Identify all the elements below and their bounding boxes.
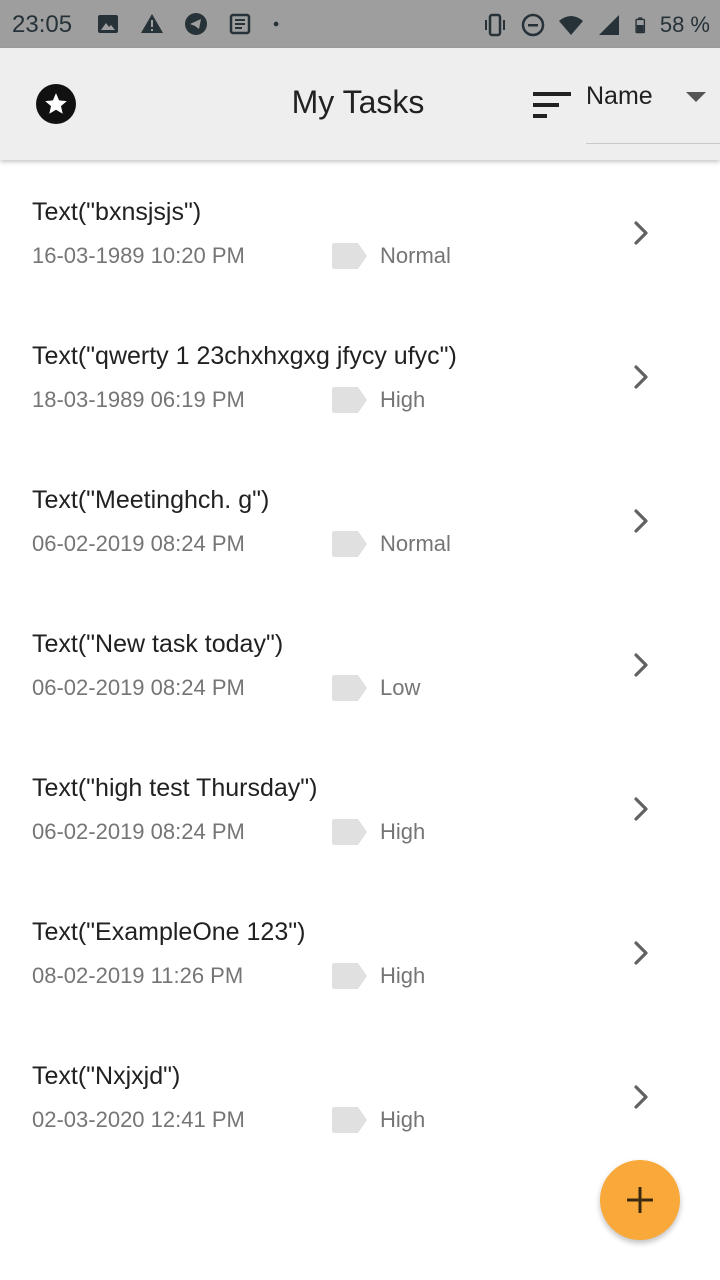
chevron-right-icon[interactable] [630, 218, 652, 248]
task-date: 06-02-2019 08:24 PM [32, 819, 245, 844]
task-date: 06-02-2019 08:24 PM [32, 531, 245, 556]
news-icon [229, 13, 251, 35]
task-priority: High [380, 1107, 426, 1132]
sort-dropdown[interactable]: Name [586, 74, 720, 144]
status-notification-icons [96, 12, 306, 36]
add-task-button[interactable] [600, 1160, 680, 1240]
task-list-item[interactable]: Text("New task today") 06-02-2019 08:24 P… [0, 592, 720, 736]
vibrate-icon [484, 13, 505, 37]
task-priority: High [380, 387, 426, 412]
plus-icon [627, 1187, 653, 1213]
label-icon [332, 387, 367, 413]
battery-percent: 58 % [659, 12, 710, 37]
chevron-right-icon[interactable] [630, 794, 652, 824]
task-title: Text("Nxjxjd") [32, 1062, 181, 1090]
task-title: Text("high test Thursday") [32, 774, 318, 802]
warning-icon [141, 14, 163, 33]
label-icon [332, 1107, 367, 1133]
wifi-icon [558, 16, 583, 35]
task-priority: High [380, 963, 426, 988]
label-icon [332, 531, 367, 557]
label-icon [332, 819, 367, 845]
task-date: 02-03-2020 12:41 PM [32, 1107, 245, 1132]
chevron-right-icon[interactable] [630, 938, 652, 968]
chevron-right-icon[interactable] [630, 650, 652, 680]
label-icon [332, 963, 367, 989]
task-title: Text("qwerty 1 23chxhxgxg jfycy ufyc") [32, 342, 457, 370]
task-list-item[interactable]: Text("Meetinghch. g") 06-02-2019 08:24 PM… [0, 448, 720, 592]
dropdown-arrow-icon [686, 92, 706, 102]
task-date: 16-03-1989 10:20 PM [32, 243, 245, 268]
dot-icon [273, 21, 279, 27]
cell-signal-icon [598, 15, 619, 35]
task-list-item[interactable]: Text("ExampleOne 123") 08-02-2019 11:26 P… [0, 880, 720, 1024]
status-bar: 23:05 58 % [0, 0, 720, 48]
image-icon [98, 15, 118, 33]
task-title: Text("bxnsjsjs") [32, 198, 202, 226]
task-list-item[interactable]: Text("Nxjxjd") 02-03-2020 12:41 PM High [0, 1024, 720, 1168]
chevron-right-icon[interactable] [630, 1082, 652, 1112]
do-not-disturb-icon [521, 13, 545, 37]
label-icon [332, 243, 367, 269]
sort-selected-value: Name [586, 82, 653, 110]
telegram-icon [185, 13, 207, 35]
status-system-icons: 58 % [470, 12, 710, 38]
chevron-right-icon[interactable] [630, 506, 652, 536]
battery-icon [635, 17, 645, 34]
status-time: 23:05 [12, 11, 73, 38]
task-priority: Low [380, 675, 421, 700]
task-date: 18-03-1989 06:19 PM [32, 387, 245, 412]
label-icon [332, 675, 367, 701]
task-list-item[interactable]: Text("high test Thursday") 06-02-2019 08:… [0, 736, 720, 880]
task-priority: High [380, 819, 426, 844]
task-date: 06-02-2019 08:24 PM [32, 675, 245, 700]
task-list-item[interactable]: Text("qwerty 1 23chxhxgxg jfycy ufyc") 18… [0, 304, 720, 448]
chevron-right-icon[interactable] [630, 362, 652, 392]
task-date: 08-02-2019 11:26 PM [32, 963, 244, 988]
task-priority: Normal [380, 243, 451, 268]
sort-icon[interactable] [533, 90, 571, 120]
task-title: Text("New task today") [32, 630, 284, 658]
app-bar: My Tasks Name [0, 48, 720, 160]
task-title: Text("Meetinghch. g") [32, 486, 270, 514]
task-list-item[interactable]: Text("bxnsjsjs") 16-03-1989 10:20 PM Norma… [0, 160, 720, 304]
task-list: Text("bxnsjsjs") 16-03-1989 10:20 PM Norma… [0, 160, 720, 1168]
task-title: Text("ExampleOne 123") [32, 918, 306, 946]
task-priority: Normal [380, 531, 451, 556]
